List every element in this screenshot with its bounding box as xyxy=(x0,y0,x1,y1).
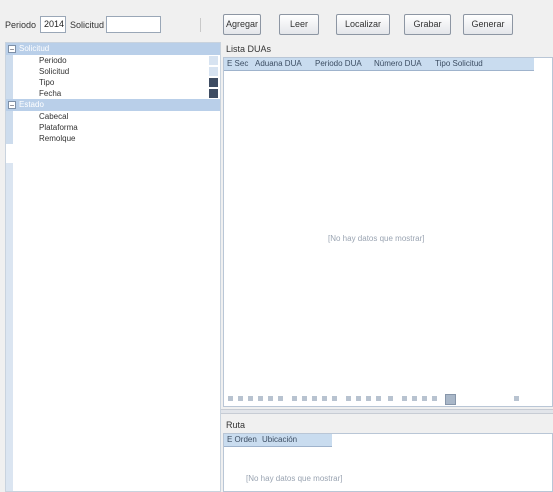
bookmark-icon[interactable] xyxy=(356,396,361,401)
property-label: Solicitud xyxy=(39,67,70,76)
property-plataforma[interactable]: Plataforma xyxy=(6,122,220,133)
localizar-button[interactable]: Localizar xyxy=(336,14,390,35)
lista-duas-grid: E Sec Aduana DUA Periodo DUA Número DUA … xyxy=(223,57,553,407)
goto-bookmark-icon[interactable] xyxy=(366,396,371,401)
grabar-button[interactable]: Grabar xyxy=(404,14,451,35)
column-header[interactable]: Ubicación xyxy=(262,435,297,444)
last-record-icon[interactable] xyxy=(278,396,283,401)
next-record-icon[interactable] xyxy=(258,396,263,401)
solicitud-label: Solicitud xyxy=(70,20,105,30)
property-label: Tipo xyxy=(39,78,55,87)
property-label: Plataforma xyxy=(39,123,78,132)
post-icon[interactable] xyxy=(322,396,327,401)
scroll-right-icon[interactable] xyxy=(514,396,519,401)
grid-header: E Sec Aduana DUA Periodo DUA Número DUA … xyxy=(224,58,534,71)
row-gutter xyxy=(6,133,13,144)
row-gutter xyxy=(6,122,13,133)
collapse-toggle-icon[interactable]: − xyxy=(8,44,16,53)
group-solicitud[interactable]: − Solicitud xyxy=(6,43,220,55)
empty-grid-message: [No hay datos que mostrar] xyxy=(328,234,425,243)
leer-button[interactable]: Leer xyxy=(279,14,319,35)
group-label: Estado xyxy=(19,100,44,109)
properties-panel: − Solicitud Periodo Solicitud Tipo Fecha … xyxy=(5,42,221,492)
generar-button[interactable]: Generar xyxy=(463,14,513,35)
prev-record-icon[interactable] xyxy=(248,396,253,401)
dropdown-arrow-icon[interactable] xyxy=(209,89,218,98)
group-estado[interactable]: − Estado xyxy=(6,99,220,111)
periodo-input[interactable]: 2014 xyxy=(40,16,66,33)
last-icon[interactable] xyxy=(432,396,437,401)
property-fecha[interactable]: Fecha xyxy=(6,88,220,99)
column-header[interactable]: Periodo DUA xyxy=(315,59,362,68)
row-gutter xyxy=(6,55,13,66)
row-gutter xyxy=(6,88,13,99)
delete-icon[interactable] xyxy=(302,396,307,401)
property-remolque[interactable]: Remolque xyxy=(6,133,220,144)
ruta-grid: E Orden Ubicación [No hay datos que most… xyxy=(223,433,553,492)
prev-icon[interactable] xyxy=(412,396,417,401)
append-icon[interactable] xyxy=(292,396,297,401)
column-header[interactable]: Número DUA xyxy=(374,59,422,68)
record-navigator xyxy=(224,393,544,405)
edit-icon[interactable] xyxy=(312,396,317,401)
filter-icon[interactable] xyxy=(376,396,381,401)
property-label: Remolque xyxy=(39,134,76,143)
lista-duas-title: Lista DUAs xyxy=(226,44,272,54)
column-header[interactable]: E Orden xyxy=(227,435,257,444)
group-label: Solicitud xyxy=(19,44,50,53)
property-label: Fecha xyxy=(39,89,62,98)
column-header[interactable]: Tipo Solicitud xyxy=(435,59,483,68)
first-record-icon[interactable] xyxy=(228,396,233,401)
first-icon[interactable] xyxy=(402,396,407,401)
next-page-icon[interactable] xyxy=(268,396,273,401)
property-label: Cabecal xyxy=(39,112,69,121)
agregar-button[interactable]: Agregar xyxy=(223,14,261,35)
find-icon[interactable] xyxy=(388,396,393,401)
empty-grid-message: [No hay datos que mostrar] xyxy=(246,474,343,483)
periodo-label: Periodo xyxy=(5,20,37,30)
column-header[interactable]: E Sec xyxy=(227,59,248,68)
dropdown-arrow-icon[interactable] xyxy=(209,78,218,87)
property-periodo[interactable]: Periodo xyxy=(6,55,220,66)
column-header[interactable]: Aduana DUA xyxy=(255,59,302,68)
row-gutter xyxy=(6,66,13,77)
property-tipo[interactable]: Tipo xyxy=(6,77,220,88)
ruta-title: Ruta xyxy=(226,420,246,430)
top-toolbar: Periodo 2014 Solicitud Agregar Leer Loca… xyxy=(0,0,553,40)
property-cabecal[interactable]: Cabecal xyxy=(6,111,220,122)
property-solicitud[interactable]: Solicitud xyxy=(6,66,220,77)
property-label: Periodo xyxy=(39,56,67,65)
refresh-icon[interactable] xyxy=(346,396,351,401)
row-gutter xyxy=(6,77,13,88)
prev-page-icon[interactable] xyxy=(238,396,243,401)
next-icon[interactable] xyxy=(422,396,427,401)
collapse-toggle-icon[interactable]: − xyxy=(8,100,16,109)
toolbar-separator xyxy=(200,18,201,32)
panel-splitter[interactable] xyxy=(221,409,553,414)
value-editor-button[interactable] xyxy=(209,56,218,65)
tree-gutter xyxy=(6,163,13,491)
cancel-icon[interactable] xyxy=(332,396,337,401)
value-editor-button[interactable] xyxy=(209,67,218,76)
page-indicator-icon[interactable] xyxy=(445,394,456,405)
grid-header: E Orden Ubicación xyxy=(224,434,332,447)
row-gutter xyxy=(6,111,13,122)
solicitud-input[interactable] xyxy=(106,16,161,33)
